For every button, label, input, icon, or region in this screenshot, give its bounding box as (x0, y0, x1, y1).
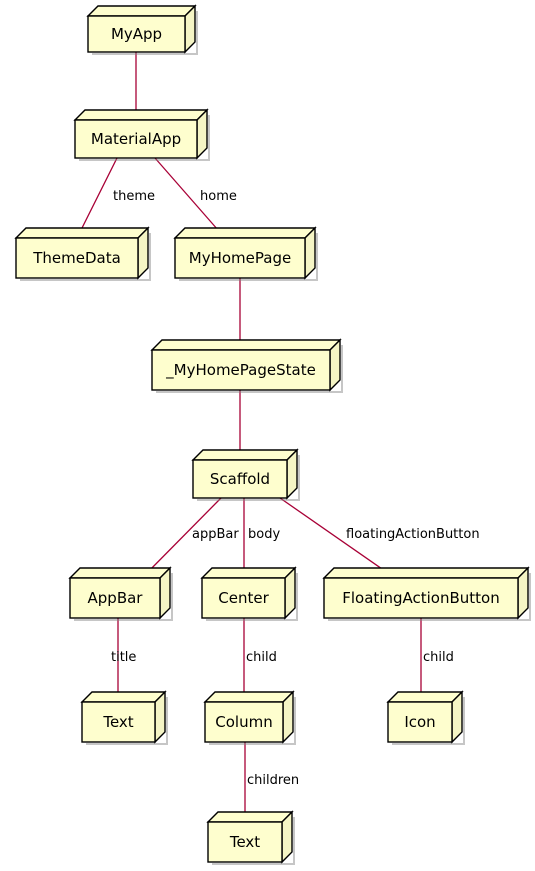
node-top-face (386, 691, 464, 703)
node-top-face (86, 5, 197, 17)
node-label-themedata: ThemeData (33, 248, 121, 267)
node-icon[interactable]: Icon (385, 689, 467, 747)
node-myapp[interactable]: MyApp (85, 3, 200, 57)
node-top-face (14, 227, 150, 239)
node-top-face (200, 567, 297, 579)
node-appbar[interactable]: AppBar (67, 565, 175, 623)
node-top-face (68, 567, 172, 579)
node-themedata[interactable]: ThemeData (13, 225, 153, 283)
edge-label-l_theme: theme (113, 189, 155, 204)
edge-label-l_child2: child (423, 650, 454, 665)
node-top-face (73, 109, 209, 121)
node-text_child[interactable]: Text (205, 809, 297, 867)
edge-label-l_children: children (247, 773, 300, 788)
node-center[interactable]: Center (199, 565, 300, 623)
edge-label-l_appbar: appBar (192, 527, 239, 542)
node-scaffold[interactable]: Scaffold (190, 447, 302, 503)
node-label-myhomepage: MyHomePage (188, 248, 292, 267)
node-label-materialapp: MaterialApp (90, 129, 182, 148)
node-text_title[interactable]: Text (79, 689, 170, 747)
node-label-scaffold: Scaffold (209, 469, 271, 488)
widget-tree-diagram: MyApp MaterialApp ThemeData MyHomePage _MyHo… (0, 0, 535, 871)
node-top-face (203, 691, 295, 703)
node-state[interactable]: _MyHomePageState (149, 337, 345, 395)
node-top-face (322, 567, 530, 579)
node-top-face (191, 449, 299, 461)
node-label-icon: Icon (404, 712, 436, 731)
node-label-center: Center (218, 588, 269, 607)
node-fab[interactable]: FloatingActionButton (321, 565, 533, 623)
node-label-appbar: AppBar (87, 588, 143, 607)
node-top-face (206, 811, 294, 823)
edge-label-l_fab: floatingActionButton (346, 527, 480, 542)
node-label-myapp: MyApp (110, 24, 163, 43)
node-top-face (80, 691, 167, 703)
node-column[interactable]: Column (202, 689, 298, 747)
edge-label-l_home: home (200, 189, 237, 204)
edge-label-l_title: title (111, 650, 137, 665)
node-top-face (150, 339, 342, 351)
node-materialapp[interactable]: MaterialApp (72, 107, 212, 163)
edge-label-l_child1: child (246, 650, 277, 665)
node-label-fab: FloatingActionButton (342, 588, 500, 607)
edge-label-l_body: body (248, 527, 281, 542)
node-label-column: Column (215, 712, 273, 731)
node-label-text_child: Text (229, 832, 261, 851)
node-label-state: _MyHomePageState (166, 360, 316, 379)
node-myhomepage[interactable]: MyHomePage (172, 225, 320, 283)
node-label-text_title: Text (103, 712, 134, 731)
node-top-face (173, 227, 317, 239)
